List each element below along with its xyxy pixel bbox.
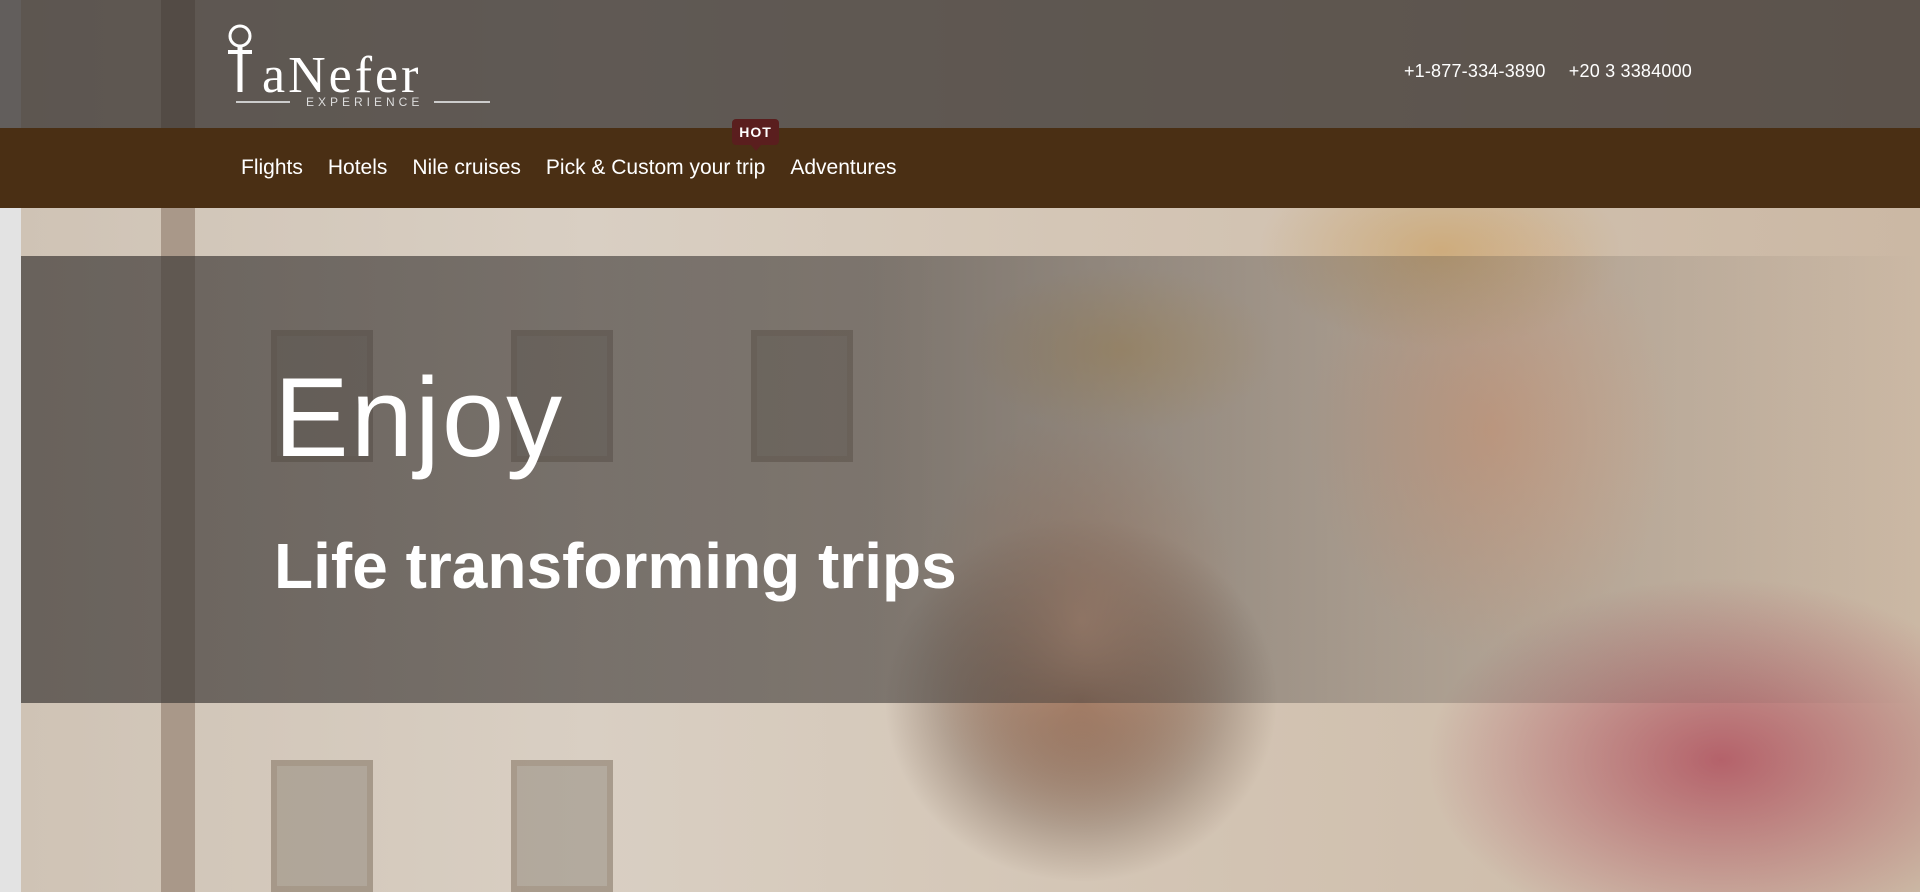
main-navbar: Flights Hotels Nile cruises Pick & Custo… [0,128,1920,208]
phone-us[interactable]: +1-877-334-3890 [1404,61,1546,81]
nav-list: Flights Hotels Nile cruises Pick & Custo… [241,156,922,180]
phone-eg[interactable]: +20 3 3384000 [1569,61,1692,81]
nav-item-adventures[interactable]: Adventures [790,156,896,180]
background-window [271,760,373,892]
nav-item-custom-trip[interactable]: Pick & Custom your trip [546,156,765,180]
hero-headline: Enjoy [274,355,565,480]
left-edge-strip [0,208,21,892]
phone-numbers: +1-877-334-3890 +20 3 3384000 [1386,61,1692,82]
logo-subtitle: EXPERIENCE [306,95,423,108]
tanefer-logo[interactable]: aNefer EXPERIENCE [226,22,496,108]
nav-item-hotels[interactable]: Hotels [328,156,388,180]
ankh-icon [228,24,252,48]
nav-item-flights[interactable]: Flights [241,156,303,180]
background-window [511,760,613,892]
nav-item-nile-cruises[interactable]: Nile cruises [412,156,521,180]
top-header: aNefer EXPERIENCE +1-877-334-3890 +20 3 … [0,0,1920,128]
hero-subline: Life transforming trips [274,530,957,602]
hot-badge: HOT [732,119,779,151]
